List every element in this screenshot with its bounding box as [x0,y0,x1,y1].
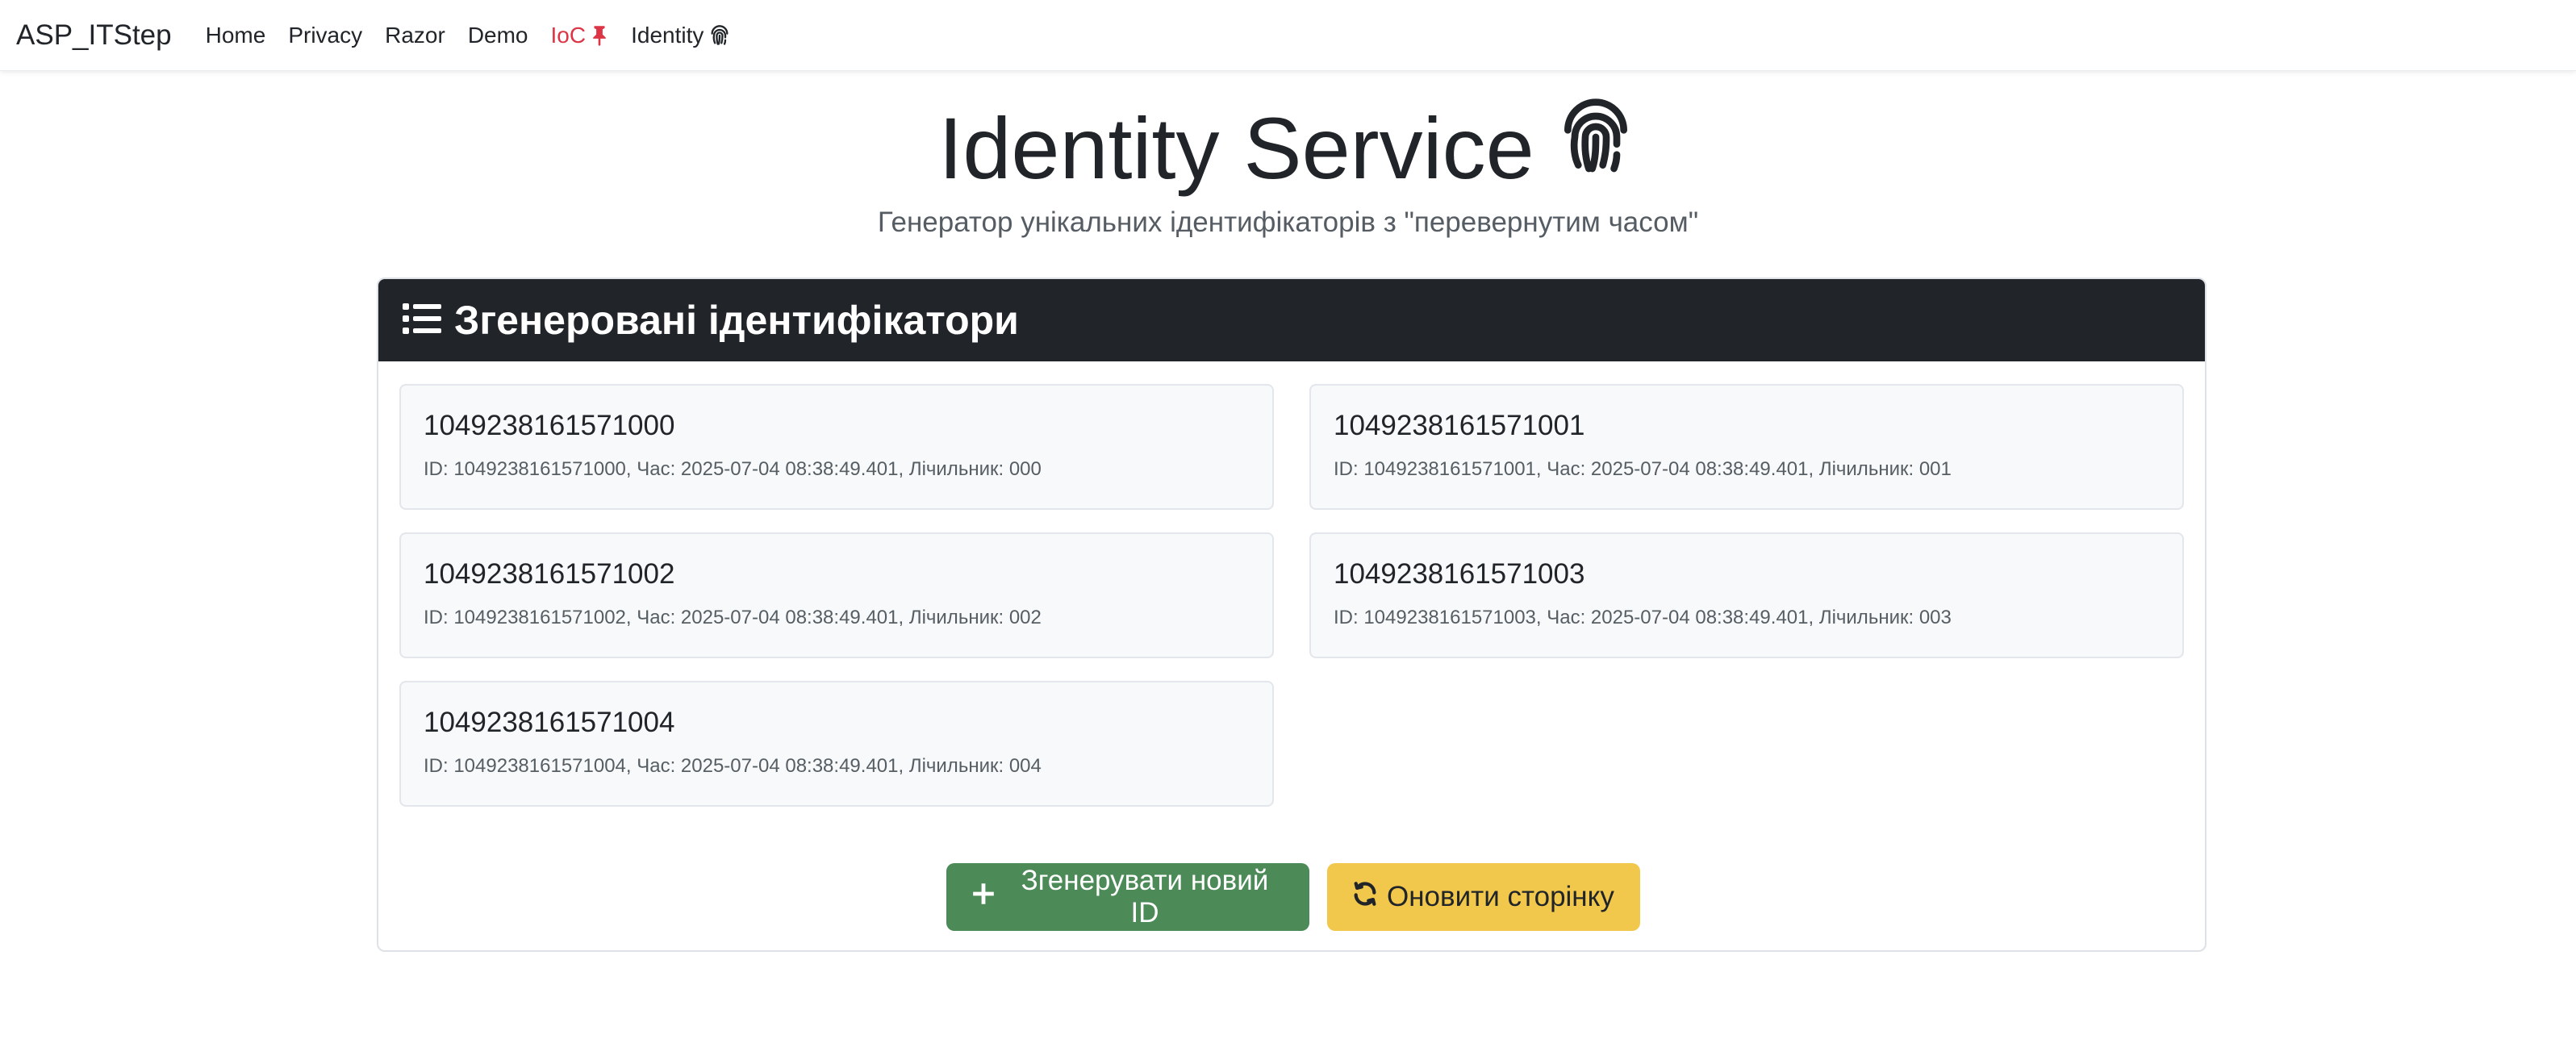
id-value: 1049238161571004 [424,707,675,738]
brand-link[interactable]: ASP_ITStep [16,19,172,52]
ids-grid: 1049238161571000 ID: 1049238161571000, Ч… [399,384,2187,807]
nav-ioc[interactable]: IoC [551,23,609,48]
nav-razor[interactable]: Razor [385,23,445,48]
nav-demo[interactable]: Demo [468,23,528,48]
id-value: 1049238161571002 [424,558,675,590]
id-value: 1049238161571001 [1334,410,1585,441]
nav-identity-label: Identity [631,22,704,48]
page-title: Identity Service [0,95,2576,202]
id-description: ID: 1049238161571004, Час: 2025-07-04 08… [424,755,1042,777]
nav-identity[interactable]: Identity [631,23,731,48]
plus-icon [971,881,996,914]
id-item: 1049238161571004 ID: 1049238161571004, Ч… [399,681,1274,807]
id-description: ID: 1049238161571001, Час: 2025-07-04 08… [1334,458,1952,480]
id-item: 1049238161571000 ID: 1049238161571000, Ч… [399,384,1274,510]
fingerprint-icon [1554,95,1638,202]
top-navbar: ASP_ITStep Home Privacy Razor Demo IoC I… [0,0,2576,71]
ids-card: Згенеровані ідентифікатори 1049238161571… [377,277,2207,952]
card-header: Згенеровані ідентифікатори [378,279,2205,361]
id-description: ID: 1049238161571000, Час: 2025-07-04 08… [424,458,1042,480]
id-item: 1049238161571001 ID: 1049238161571001, Ч… [1309,384,2184,510]
nav-demo-label: Demo [467,22,528,48]
id-value: 1049238161571000 [424,410,675,441]
id-item: 1049238161571002 ID: 1049238161571002, Ч… [399,532,1274,658]
pin-icon [591,25,608,46]
generate-id-button[interactable]: Згенерувати новий ID [946,863,1309,931]
fingerprint-icon [708,24,731,47]
id-description: ID: 1049238161571002, Час: 2025-07-04 08… [424,607,1042,628]
refresh-icon [1351,880,1379,915]
nav-home-label: Home [205,22,266,48]
id-item: 1049238161571003 ID: 1049238161571003, Ч… [1309,532,2184,658]
nav-privacy[interactable]: Privacy [288,23,362,48]
nav-ioc-label: IoC [550,22,587,48]
id-value: 1049238161571003 [1334,558,1585,590]
id-description: ID: 1049238161571003, Час: 2025-07-04 08… [1334,607,1952,628]
list-icon [403,302,441,340]
page-subtitle: Генератор унікальних ідентифікаторів з "… [877,207,1699,238]
card-actions: Згенерувати новий ID Оновити сторінку [378,863,2205,931]
refresh-page-label: Оновити сторінку [1387,881,1614,912]
generate-id-label: Згенерувати новий ID [1021,865,1269,928]
refresh-page-button[interactable]: Оновити сторінку [1327,863,1640,931]
card-header-title: Згенеровані ідентифікатори [454,298,1019,343]
page-title-text: Identity Service [938,99,1534,197]
nav-home[interactable]: Home [206,23,266,48]
nav-razor-label: Razor [385,22,445,48]
nav-privacy-label: Privacy [288,22,363,48]
